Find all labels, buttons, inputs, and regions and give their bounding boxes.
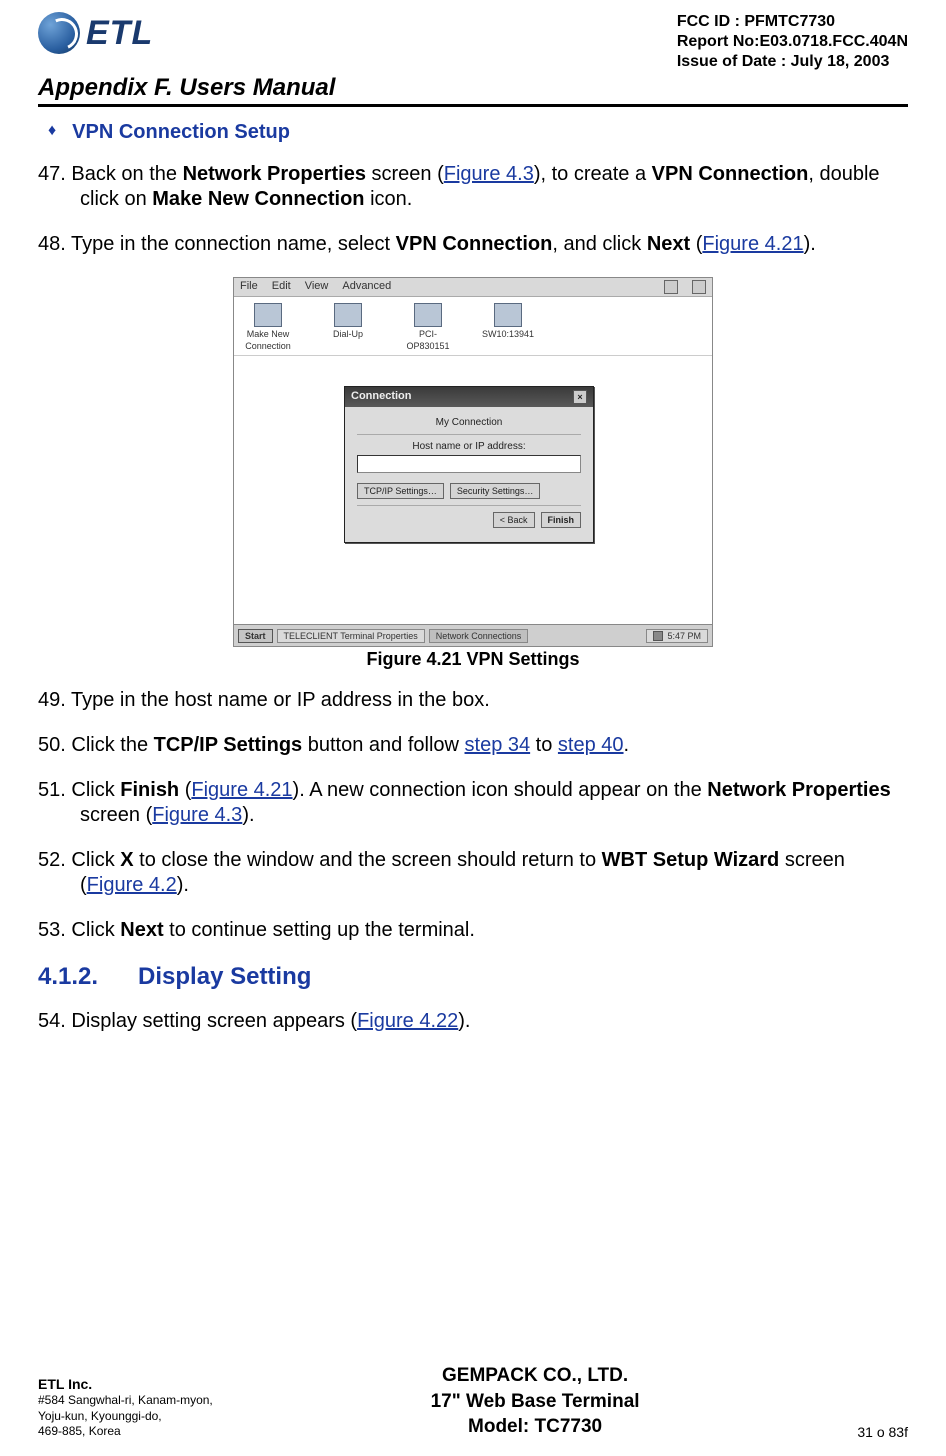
close-icon	[692, 280, 706, 294]
tcpip-settings-button: TCP/IP Settings…	[357, 483, 444, 499]
finish-button: Finish	[541, 512, 582, 528]
figure-caption: Figure 4.21 VPN Settings	[38, 649, 908, 670]
vpn-settings-screenshot: File Edit View Advanced Make NewConnecti…	[233, 277, 713, 647]
step-48: 48. Type in the connection name, select …	[38, 232, 908, 257]
link-figure-4-3[interactable]: Figure 4.3	[444, 163, 534, 185]
dialog-titlebar: Connection ×	[345, 387, 593, 407]
page-header: ETL FCC ID : PFMTC7730 Report No:E03.071…	[38, 12, 908, 72]
section-title: Display Setting	[138, 963, 311, 991]
pci-icon: PCI-OP830151	[402, 303, 454, 351]
fcc-id: FCC ID : PFMTC7730	[677, 12, 908, 32]
link-step-34[interactable]: step 34	[465, 734, 531, 756]
host-label: Host name or IP address:	[357, 441, 581, 452]
bullet-diamond-icon: ♦	[48, 121, 56, 144]
section-heading: VPN Connection Setup	[72, 121, 290, 144]
link-figure-4-21b[interactable]: Figure 4.21	[191, 779, 292, 801]
figure-4-21: File Edit View Advanced Make NewConnecti…	[38, 277, 908, 670]
section-4-1-2-heading: 4.1.2. Display Setting	[38, 963, 908, 991]
screenshot-toolbar: Make NewConnection Dial-Up PCI-OP830151 …	[234, 297, 712, 356]
security-settings-button: Security Settings…	[450, 483, 541, 499]
link-figure-4-3b[interactable]: Figure 4.3	[152, 804, 242, 826]
host-input	[357, 455, 581, 473]
document-meta: FCC ID : PFMTC7730 Report No:E03.0718.FC…	[677, 12, 908, 72]
dialup-icon: Dial-Up	[322, 303, 374, 351]
page-footer: ETL Inc. #584 Sangwhal-ri, Kanam-myon, Y…	[0, 1363, 946, 1440]
issue-date: Issue of Date : July 18, 2003	[677, 52, 908, 72]
page-number: 31 o 83f	[857, 1424, 908, 1440]
step-51: 51. Click Finish (Figure 4.21). A new co…	[38, 778, 908, 828]
link-figure-4-21[interactable]: Figure 4.21	[702, 233, 803, 255]
screenshot-menubar: File Edit View Advanced	[234, 278, 712, 297]
step-list-3: 54. Display setting screen appears (Figu…	[38, 1009, 908, 1034]
step-54: 54. Display setting screen appears (Figu…	[38, 1009, 908, 1034]
link-figure-4-2[interactable]: Figure 4.2	[87, 874, 177, 896]
step-52: 52. Click X to close the window and the …	[38, 848, 908, 898]
step-50: 50. Click the TCP/IP Settings button and…	[38, 733, 908, 758]
step-47: 47. Back on the Network Properties scree…	[38, 162, 908, 212]
screenshot-body: Connection × My Connection Host name or …	[234, 356, 712, 636]
header-divider	[38, 104, 908, 107]
logo-icon	[38, 12, 80, 54]
taskbar-item-2: Network Connections	[429, 629, 529, 643]
footer-company-info: ETL Inc. #584 Sangwhal-ri, Kanam-myon, Y…	[38, 1375, 213, 1440]
help-icon	[664, 280, 678, 294]
sw-icon: SW10:13941	[482, 303, 534, 351]
step-list: 47. Back on the Network Properties scree…	[38, 162, 908, 257]
footer-product-info: GEMPACK CO., LTD. 17" Web Base Terminal …	[431, 1363, 640, 1440]
screenshot-taskbar: Start TELECLIENT Terminal Properties Net…	[234, 624, 712, 646]
appendix-title: Appendix F. Users Manual	[38, 74, 908, 102]
system-tray: 5:47 PM	[646, 629, 708, 643]
step-49: 49. Type in the host name or IP address …	[38, 688, 908, 713]
back-button: < Back	[493, 512, 535, 528]
report-no: Report No:E03.0718.FCC.404N	[677, 32, 908, 52]
connection-name-label: My Connection	[357, 417, 581, 428]
make-new-connection-icon: Make NewConnection	[242, 303, 294, 351]
connection-dialog: Connection × My Connection Host name or …	[344, 386, 594, 543]
dialog-close-icon: ×	[573, 390, 587, 404]
start-button: Start	[238, 629, 273, 643]
taskbar-item-1: TELECLIENT Terminal Properties	[277, 629, 425, 643]
logo-text: ETL	[86, 14, 153, 53]
link-figure-4-22[interactable]: Figure 4.22	[357, 1010, 458, 1032]
link-step-40[interactable]: step 40	[558, 734, 624, 756]
section-heading-row: ♦ VPN Connection Setup	[38, 121, 908, 144]
step-53: 53. Click Next to continue setting up th…	[38, 918, 908, 943]
company-logo: ETL	[38, 12, 153, 54]
step-list-2: 49. Type in the host name or IP address …	[38, 688, 908, 943]
section-number: 4.1.2.	[38, 963, 98, 991]
